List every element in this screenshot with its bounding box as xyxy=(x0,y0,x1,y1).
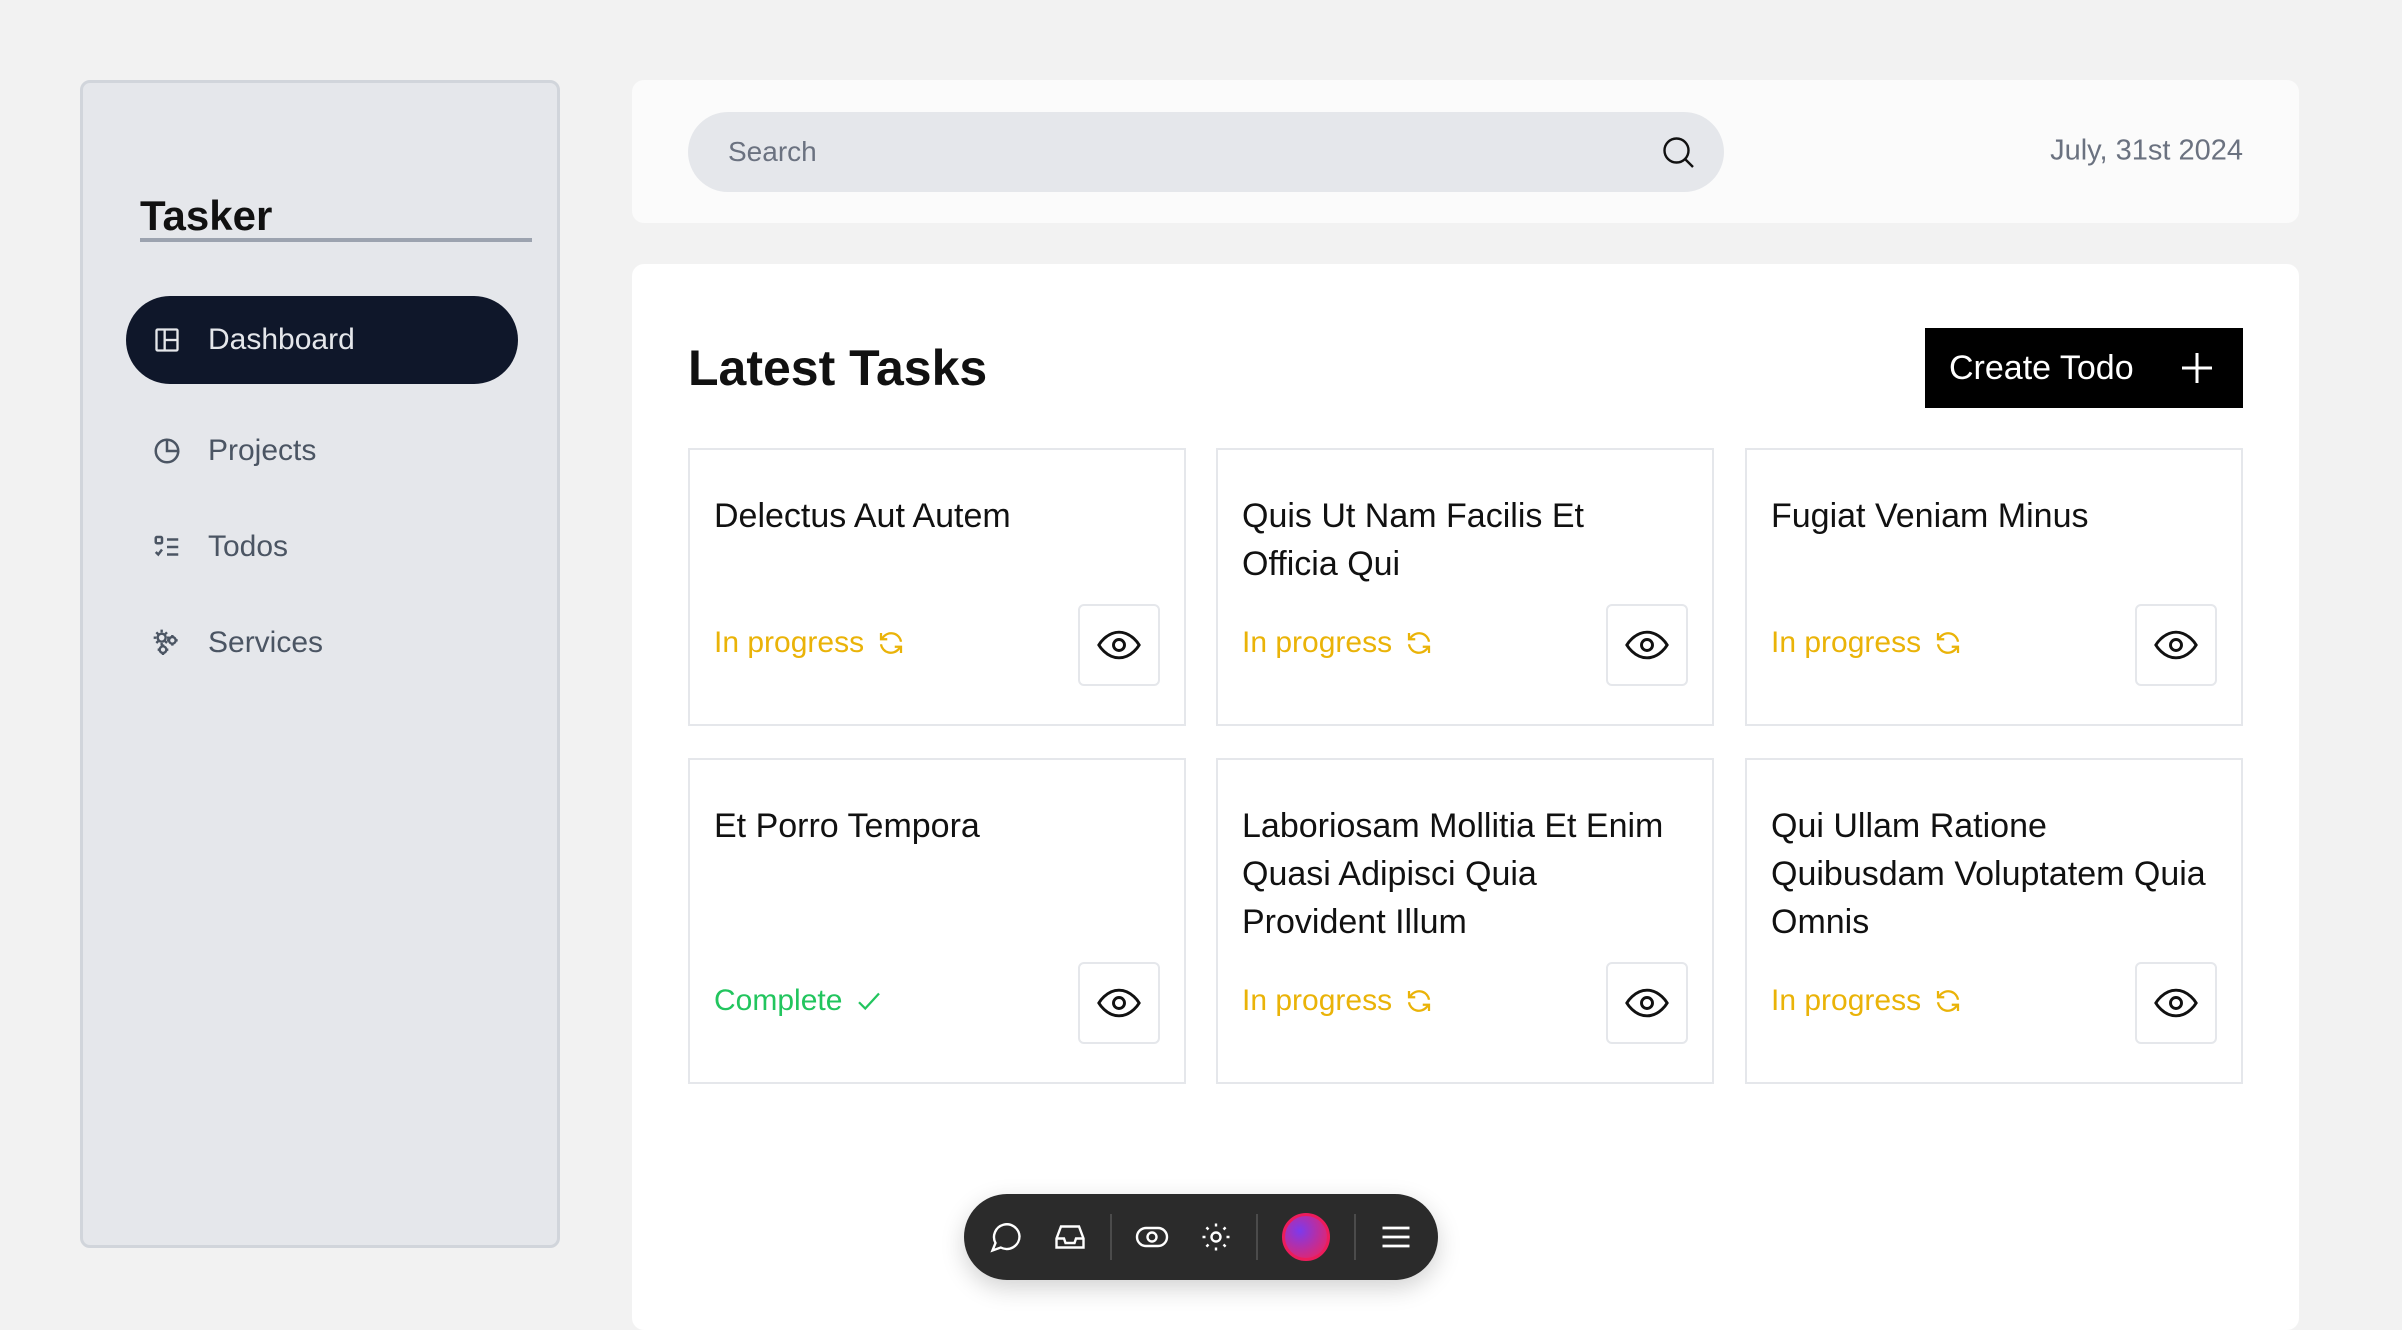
refresh-icon xyxy=(1407,632,1431,654)
top-bar: July, 31st 2024 xyxy=(632,80,2299,223)
sidebar: Tasker Dashboard Projects Todos Services xyxy=(80,80,560,1248)
task-title: Fugiat Veniam Minus xyxy=(1771,497,2089,535)
task-card: Fugiat Veniam Minus In progress xyxy=(1745,448,2243,726)
view-task-button[interactable] xyxy=(2135,604,2217,686)
toolbar-divider xyxy=(1256,1214,1258,1260)
list-todo-icon xyxy=(150,530,184,564)
view-task-button[interactable] xyxy=(1606,604,1688,686)
task-card: Quis Ut Nam Facilis Et Officia Qui In pr… xyxy=(1216,448,1714,726)
view-task-button[interactable] xyxy=(1606,962,1688,1044)
task-status: In progress xyxy=(714,626,906,660)
task-status: In progress xyxy=(1242,626,1434,660)
create-todo-label: Create Todo xyxy=(1949,348,2134,387)
view-task-button[interactable] xyxy=(1078,962,1160,1044)
status-label: Complete xyxy=(714,984,843,1017)
sidebar-nav: Dashboard Projects Todos Services xyxy=(126,296,518,695)
eye-icon xyxy=(2154,988,2198,1018)
comment-icon[interactable] xyxy=(986,1217,1026,1257)
status-label: In progress xyxy=(1771,984,1922,1017)
task-title: Quis Ut Nam Facilis Et Officia Qui xyxy=(1242,497,1584,583)
check-icon xyxy=(858,992,881,1011)
sidebar-item-label: Services xyxy=(208,626,324,659)
search-box[interactable] xyxy=(688,112,1724,192)
view-task-button[interactable] xyxy=(1078,604,1160,686)
task-card: Et Porro Tempora Complete xyxy=(688,758,1186,1084)
view-task-button[interactable] xyxy=(2135,962,2217,1044)
sidebar-item-services[interactable]: Services xyxy=(126,599,518,687)
task-card: Qui Ullam Ratione Quibusdam Voluptatem Q… xyxy=(1745,758,2243,1084)
task-title: Laboriosam Mollitia Et Enim Quasi Adipis… xyxy=(1242,807,1664,941)
app-name: Tasker xyxy=(140,192,273,239)
refresh-icon xyxy=(1407,990,1431,1012)
eye-icon xyxy=(1097,988,1141,1018)
sidebar-item-label: Todos xyxy=(208,530,289,563)
app-logo: Tasker xyxy=(140,138,532,242)
search-icon[interactable] xyxy=(1660,134,1696,170)
inbox-icon[interactable] xyxy=(1050,1217,1090,1257)
refresh-icon xyxy=(1936,632,1960,654)
refresh-icon xyxy=(879,632,903,654)
gears-icon xyxy=(150,626,184,660)
sidebar-item-dashboard[interactable]: Dashboard xyxy=(126,296,518,384)
menu-icon[interactable] xyxy=(1376,1217,1416,1257)
eye-icon xyxy=(1097,630,1141,660)
task-status: In progress xyxy=(1771,984,1963,1018)
pie-chart-icon xyxy=(150,434,184,468)
task-status: Complete xyxy=(714,984,884,1018)
task-title: Et Porro Tempora xyxy=(714,807,980,845)
status-label: In progress xyxy=(1242,984,1393,1017)
eye-icon xyxy=(2154,630,2198,660)
task-card: Delectus Aut Autem In progress xyxy=(688,448,1186,726)
toolbar-divider xyxy=(1110,1214,1112,1260)
status-label: In progress xyxy=(1771,626,1922,659)
status-label: In progress xyxy=(1242,626,1393,659)
search-input[interactable] xyxy=(728,112,1628,192)
eye-icon xyxy=(1625,988,1669,1018)
tasks-panel: Latest Tasks Create Todo Delectus Aut Au… xyxy=(632,264,2299,1330)
eye-toggle-icon[interactable] xyxy=(1132,1217,1172,1257)
current-date: July, 31st 2024 xyxy=(2050,134,2243,167)
toolbar-divider xyxy=(1354,1214,1356,1260)
focus-icon[interactable] xyxy=(1196,1217,1236,1257)
plus-icon xyxy=(2179,350,2215,386)
sidebar-item-label: Dashboard xyxy=(208,323,355,356)
floating-toolbar xyxy=(964,1194,1438,1280)
page-title: Latest Tasks xyxy=(688,340,988,396)
avatar[interactable] xyxy=(1282,1213,1330,1261)
task-card: Laboriosam Mollitia Et Enim Quasi Adipis… xyxy=(1216,758,1714,1084)
status-label: In progress xyxy=(714,626,865,659)
task-title: Delectus Aut Autem xyxy=(714,497,1011,535)
sidebar-item-projects[interactable]: Projects xyxy=(126,407,518,495)
task-status: In progress xyxy=(1242,984,1434,1018)
sidebar-item-label: Projects xyxy=(208,434,317,467)
layout-icon xyxy=(150,323,184,357)
create-todo-button[interactable]: Create Todo xyxy=(1925,328,2243,408)
sidebar-item-todos[interactable]: Todos xyxy=(126,503,518,591)
eye-icon xyxy=(1625,630,1669,660)
refresh-icon xyxy=(1936,990,1960,1012)
task-title: Qui Ullam Ratione Quibusdam Voluptatem Q… xyxy=(1771,807,2206,941)
task-status: In progress xyxy=(1771,626,1963,660)
